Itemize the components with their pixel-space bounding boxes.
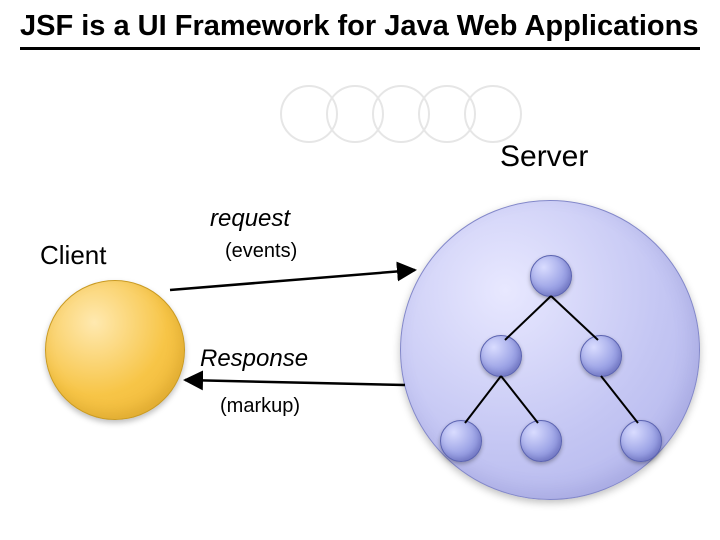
client-node xyxy=(45,280,185,420)
ui-tree-leaf-1 xyxy=(440,420,482,462)
request-label: request xyxy=(210,205,290,233)
ui-tree-child-right xyxy=(580,335,622,377)
ui-tree-leaf-3 xyxy=(620,420,662,462)
slide-title: JSF is a UI Framework for Java Web Appli… xyxy=(20,10,700,50)
ui-tree-child-left xyxy=(480,335,522,377)
markup-label: (markup) xyxy=(220,395,300,418)
decorative-circles xyxy=(280,85,522,148)
ui-tree-root xyxy=(530,255,572,297)
client-label: Client xyxy=(40,240,106,271)
server-label: Server xyxy=(500,140,588,174)
response-label: Response xyxy=(200,345,308,373)
ui-tree-leaf-2 xyxy=(520,420,562,462)
events-label: (events) xyxy=(225,240,297,263)
